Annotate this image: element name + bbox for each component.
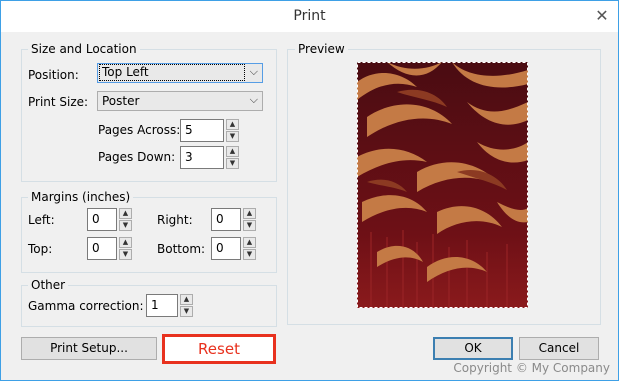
pages-down-input[interactable]: 3: [180, 146, 224, 169]
window-title: Print: [293, 8, 326, 24]
triangle-down-icon[interactable]: ▼: [180, 306, 193, 317]
close-icon[interactable]: ✕: [592, 7, 612, 25]
print-size-label: Print Size:: [28, 95, 89, 109]
bottom-margin-input[interactable]: 0: [211, 237, 241, 260]
margins-label: Margins (inches): [28, 190, 134, 204]
triangle-down-icon[interactable]: ▼: [243, 220, 256, 231]
left-margin-label: Left:: [28, 213, 55, 227]
gamma-input[interactable]: 1: [146, 294, 178, 317]
other-label: Other: [28, 278, 69, 292]
triangle-up-icon[interactable]: ▲: [119, 208, 132, 219]
triangle-up-icon[interactable]: ▲: [243, 208, 256, 219]
triangle-down-icon[interactable]: ▼: [243, 249, 256, 260]
pages-down-label: Pages Down:: [98, 150, 176, 164]
position-select[interactable]: Top Left ⌵: [97, 63, 263, 83]
left-margin-input[interactable]: 0: [87, 208, 117, 231]
pages-across-input[interactable]: 5: [180, 119, 224, 142]
position-value: Top Left: [99, 64, 245, 81]
top-margin-input[interactable]: 0: [87, 237, 117, 260]
print-dialog: Print ✕ Size and Location Position: Top …: [0, 0, 619, 381]
triangle-down-icon[interactable]: ▼: [226, 131, 239, 142]
right-margin-input[interactable]: 0: [211, 208, 241, 231]
top-margin-label: Top:: [28, 242, 53, 256]
cancel-button[interactable]: Cancel: [519, 337, 599, 360]
preview-image: [357, 62, 528, 308]
ok-button[interactable]: OK: [433, 337, 513, 360]
triangle-up-icon[interactable]: ▲: [243, 237, 256, 248]
print-setup-button[interactable]: Print Setup...: [21, 337, 157, 360]
title-bar[interactable]: Print ✕: [1, 1, 618, 32]
triangle-down-icon[interactable]: ▼: [119, 249, 132, 260]
triangle-up-icon[interactable]: ▲: [119, 237, 132, 248]
reset-button[interactable]: Reset: [162, 334, 276, 364]
triangle-up-icon[interactable]: ▲: [180, 294, 193, 305]
copyright-watermark: Copyright © My Company: [453, 361, 610, 375]
size-location-label: Size and Location: [28, 42, 140, 56]
triangle-up-icon[interactable]: ▲: [226, 146, 239, 157]
gamma-label: Gamma correction:: [28, 299, 144, 313]
triangle-up-icon[interactable]: ▲: [226, 119, 239, 130]
right-margin-label: Right:: [157, 213, 193, 227]
position-label: Position:: [28, 68, 79, 82]
bottom-margin-label: Bottom:: [157, 242, 206, 256]
chevron-down-icon: ⌵: [249, 93, 258, 106]
print-size-select[interactable]: Poster ⌵: [97, 91, 263, 111]
triangle-down-icon[interactable]: ▼: [226, 158, 239, 169]
triangle-down-icon[interactable]: ▼: [119, 220, 132, 231]
preview-label: Preview: [295, 42, 348, 56]
print-size-value: Poster: [102, 94, 140, 108]
pages-across-label: Pages Across:: [98, 123, 181, 137]
chevron-down-icon: ⌵: [249, 65, 258, 78]
